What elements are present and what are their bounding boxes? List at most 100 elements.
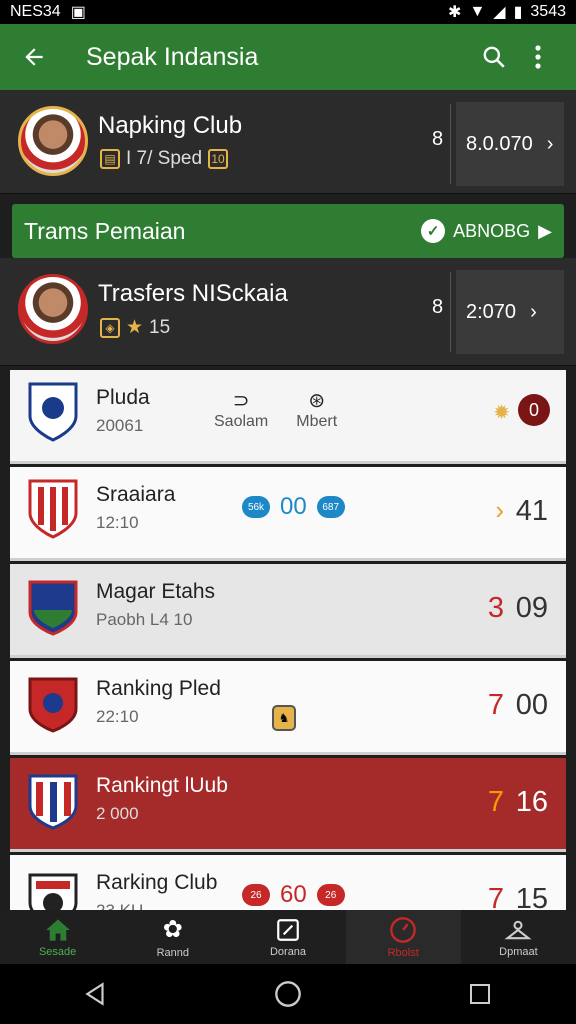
square-recents-icon [470, 984, 490, 1004]
club-score: 41 [515, 495, 548, 527]
player-sub-text: I 7/ Sped [126, 148, 203, 169]
home-icon [45, 918, 70, 941]
club-crest-icon [28, 774, 78, 830]
section-action-button[interactable]: ✓ ABNOBG ▶ [421, 219, 552, 243]
away-pill: 26 [316, 884, 345, 906]
system-nav-bar [0, 964, 576, 1024]
score-badge: 0 [518, 394, 550, 426]
tab-label: Saolam [214, 413, 269, 430]
battery-icon: ▮ [513, 4, 523, 21]
match-score: 26 60 26 [242, 881, 345, 909]
player-card[interactable]: Trasfers NISckaia ◈ ★ 15 8 2:070 › [0, 258, 576, 366]
club-name: Rankingt lUub [96, 774, 228, 797]
club-sub: 12:10 [96, 513, 139, 532]
page-title: Sepak Indansia [86, 42, 259, 71]
wifi-icon: ▼ [469, 3, 486, 20]
club-sub: Paobh L4 10 [96, 610, 193, 629]
bottom-nav: Sesade ✿ Rannd Dorana Rbolst Dpmaat [0, 910, 576, 964]
player-avatar [18, 106, 88, 176]
club-name: Pluda [96, 386, 150, 409]
player-sub: ▤ I 7/ Sped 10 [100, 148, 229, 170]
section-header: Trams Pemaian ✓ ABNOBG ▶ [12, 204, 564, 258]
nav-item-home[interactable]: Sesade [0, 910, 115, 964]
nav-label: Rannd [156, 947, 190, 959]
club-score: 09 [515, 592, 548, 624]
club-crest-icon [28, 382, 78, 442]
club-row[interactable]: Ranking Pled 22:10 ♞ 7 00 [10, 661, 566, 755]
club-score-left: 3 [487, 592, 504, 624]
club-score-left: 7 [487, 689, 504, 721]
player-number: 8 [432, 128, 444, 150]
player-card[interactable]: Napking Club ▤ I 7/ Sped 10 8 8.0.070 › [0, 90, 576, 194]
status-clock: 3543 [530, 3, 566, 20]
mid-score: 00 [280, 493, 307, 520]
player-number: 8 [432, 296, 444, 318]
club-name: Magar Etahs [96, 580, 216, 603]
chevron-right-icon: › [546, 132, 554, 155]
arrow-left-icon [25, 48, 43, 66]
nav-item-rbolst[interactable]: Rbolst [345, 910, 461, 964]
system-recents-button[interactable] [460, 974, 500, 1014]
club-crest-icon [28, 479, 78, 539]
club-sub: 22:10 [96, 707, 139, 726]
home-pill: 56k [242, 496, 270, 518]
nav-label: Sesade [38, 945, 77, 958]
system-home-button[interactable] [268, 974, 308, 1014]
trophy-icon: ♞ [272, 705, 296, 731]
search-button[interactable] [472, 35, 516, 79]
club-row[interactable]: Pluda 20061 ⊃ Saolam ⊛ Mbert ✹ 0 [10, 370, 566, 464]
match-score: 56k 00 687 [242, 493, 345, 521]
mid-score: 60 [280, 881, 307, 908]
nav-label: Dpmaat [499, 945, 538, 958]
player-name: Napking Club [98, 112, 243, 139]
nav-label: Dorana [269, 945, 307, 958]
club-score: 00 [515, 689, 548, 721]
system-back-button[interactable] [76, 974, 116, 1014]
triangle-back-icon [85, 982, 104, 1006]
player-avatar [18, 274, 88, 344]
back-button[interactable] [16, 39, 52, 75]
circle-home-icon [275, 981, 301, 1007]
status-bar: NES34 ▣ ✱ ▼ ◢ ▮ 3543 [0, 0, 576, 24]
club-row[interactable]: Magar Etahs Paobh L4 10 3 09 [10, 564, 566, 658]
club-sub: 23 KU [96, 901, 143, 910]
match-tabs: ⊃ Saolam ⊛ Mbert [214, 388, 337, 431]
club-sub: 20061 [96, 416, 144, 435]
tab-label: Mbert [296, 413, 338, 430]
soccer-ball-icon: ⊛ [308, 390, 326, 412]
club-score-left: 7 [487, 786, 504, 818]
nav-label: Rbolst [387, 946, 419, 959]
more-button[interactable] [516, 35, 560, 79]
check-icon: ✓ [421, 219, 446, 243]
nav-item-dorana[interactable]: Dorana [230, 910, 345, 964]
club-row[interactable]: Rankingt lUub 2 000 7 16 [10, 758, 566, 852]
tab-saolam[interactable]: ⊃ Saolam [214, 388, 268, 431]
soccer-ball-icon: ✿ [162, 916, 183, 943]
person-icon [504, 920, 532, 939]
edit-square-icon [277, 918, 299, 941]
club-list: Pluda 20061 ⊃ Saolam ⊛ Mbert ✹ 0 Sraaiara … [10, 370, 566, 910]
home-pill: 26 [242, 884, 270, 906]
play-arrow-icon: ▶ [538, 220, 552, 241]
nav-item-dpmaat[interactable]: Dpmaat [461, 910, 576, 964]
player-score-button[interactable]: 8.0.070 › [456, 102, 564, 186]
number-badge: 10 [208, 149, 229, 169]
status-time: NES34 [10, 3, 61, 20]
away-pill: 687 [316, 496, 345, 518]
club-name: Ranking Pled [96, 677, 221, 700]
player-score: 8.0.070 [466, 132, 533, 155]
player-score-button[interactable]: 2:070 › [456, 270, 564, 354]
tab-icon: ⊃ [232, 390, 250, 412]
club-name: Rarking Club [96, 871, 218, 894]
divider [450, 104, 451, 184]
club-name: Sraaiara [96, 483, 176, 506]
nav-item-rannd[interactable]: ✿ Rannd [115, 910, 230, 964]
club-row[interactable]: Sraaiara 12:10 56k 00 687 › 41 [10, 467, 566, 561]
sun-icon: ✹ [493, 402, 510, 424]
club-row[interactable]: Rarking Club 23 KU 26 60 26 7 15 [10, 855, 566, 910]
image-icon: ▣ [70, 4, 86, 21]
club-score-left: 7 [487, 883, 504, 910]
club-score: 15 [515, 883, 548, 910]
tab-mbert[interactable]: ⊛ Mbert [296, 388, 337, 431]
calendar-icon: ▤ [100, 149, 120, 169]
